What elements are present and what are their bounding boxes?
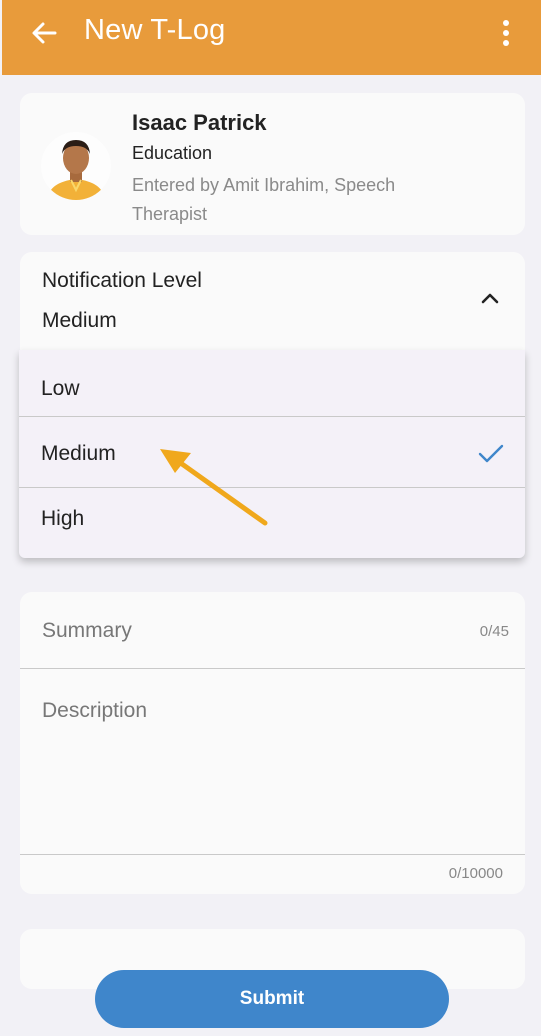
summary-placeholder: Summary bbox=[42, 619, 132, 642]
entered-by-text: Entered by Amit Ibrahim, Speech Therapis… bbox=[132, 175, 396, 224]
tlog-form: Summary 0/45 Description 0/10000 bbox=[20, 592, 525, 894]
arrow-left-icon[interactable] bbox=[28, 17, 60, 49]
page-title: New T-Log bbox=[84, 14, 226, 46]
option-label: Low bbox=[41, 377, 80, 400]
notification-level-value: Medium bbox=[42, 309, 117, 332]
student-department: Education bbox=[132, 143, 213, 163]
option-label: Medium bbox=[41, 442, 116, 465]
student-card: Isaac Patrick Education Entered by Amit … bbox=[20, 93, 525, 235]
summary-counter: 0/45 bbox=[479, 623, 509, 640]
chevron-up-icon[interactable] bbox=[479, 290, 501, 306]
app-bar: New T-Log bbox=[2, 0, 541, 75]
student-name: Isaac Patrick bbox=[132, 110, 267, 135]
submit-button[interactable]: Submit bbox=[95, 970, 449, 1028]
more-vertical-icon[interactable] bbox=[496, 18, 516, 48]
description-counter: 0/10000 bbox=[448, 865, 503, 882]
description-placeholder: Description bbox=[42, 699, 148, 722]
check-icon bbox=[478, 444, 504, 463]
annotation-arrow-icon bbox=[160, 449, 268, 526]
option-low[interactable]: Low bbox=[19, 350, 525, 417]
notification-level-select[interactable]: Notification Level Medium bbox=[20, 252, 525, 352]
avatar bbox=[41, 132, 111, 200]
option-label: High bbox=[41, 507, 85, 530]
description-field[interactable]: Description bbox=[20, 670, 525, 855]
summary-field[interactable]: Summary 0/45 bbox=[20, 592, 525, 669]
notification-level-label: Notification Level bbox=[42, 269, 202, 292]
